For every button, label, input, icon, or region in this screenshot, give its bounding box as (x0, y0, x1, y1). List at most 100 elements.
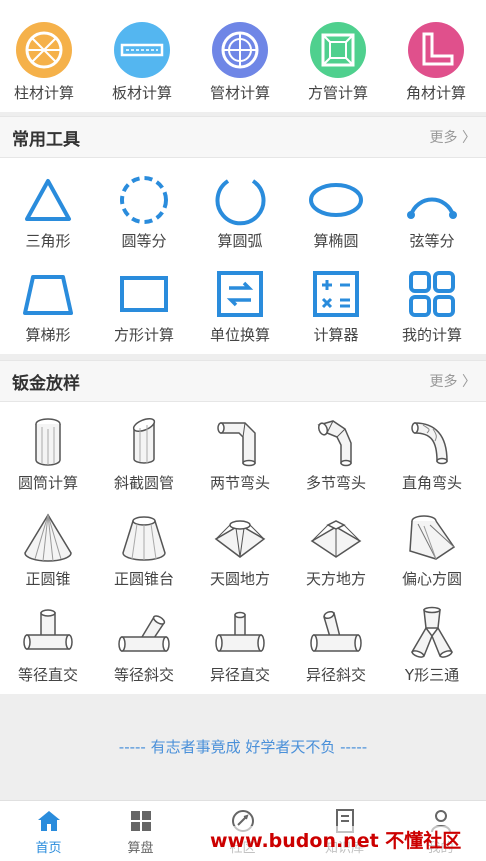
tool-label: 两节弯头 (209, 474, 270, 492)
tool-my-calc[interactable]: 我的计算 (384, 266, 480, 345)
tool-label: 计算器 (313, 326, 359, 344)
square-tube-calc-button[interactable]: 方管计算 (298, 22, 378, 103)
tab-home[interactable]: 首页 (0, 807, 97, 856)
material-tools-row: 柱材计算 板材计算 管材计算 方管计算 角材计算 (0, 0, 486, 112)
motto-area: ----- 有志者事竟成 好学者天不负 ----- (0, 696, 486, 800)
triangle-icon (18, 172, 78, 228)
tool-label: 正圆锥 (25, 570, 71, 588)
sm-cone[interactable]: 正圆锥 (0, 510, 96, 589)
calculator-icon (306, 266, 366, 322)
common-tools-grid: 三角形 圆等分 算圆弧 算椭圆 弦等分 算梯形 方形计算 单位换算 计算器 我的… (0, 158, 486, 354)
tool-label: 算椭圆 (313, 232, 359, 250)
column-calc-button[interactable]: 柱材计算 (4, 22, 84, 103)
chevron-right-icon: 〉 (462, 374, 476, 390)
tool-label: 天圆地方 (209, 570, 270, 588)
tool-label: 偏心方圆 (401, 570, 462, 588)
pipe-calc-button[interactable]: 管材计算 (200, 22, 280, 103)
tool-arc[interactable]: 算圆弧 (192, 172, 288, 251)
plate-icon (114, 22, 170, 78)
reducing-oblique-tee-icon (306, 606, 366, 662)
sm-cylinder[interactable]: 圆筒计算 (0, 414, 96, 493)
tab-label: 首页 (35, 841, 62, 856)
oblique-pipe-icon (114, 414, 174, 470)
sm-right-elbow[interactable]: 直角弯头 (384, 414, 480, 493)
tool-label: 三角形 (25, 232, 71, 250)
tool-triangle[interactable]: 三角形 (0, 172, 96, 251)
tool-label: 单位换算 (209, 326, 270, 344)
tool-label: 斜截圆管 (113, 474, 174, 492)
chevron-right-icon: 〉 (462, 130, 476, 146)
sm-frustum[interactable]: 正圆锥台 (96, 510, 192, 589)
sm-equal-oblique-tee[interactable]: 等径斜交 (96, 606, 192, 685)
tool-ellipse[interactable]: 算椭圆 (288, 172, 384, 251)
tool-rectangle[interactable]: 方形计算 (96, 266, 192, 345)
cylinder-icon (18, 414, 78, 470)
column-calc-label: 柱材计算 (13, 84, 74, 102)
sm-reducing-oblique-tee[interactable]: 异径斜交 (288, 606, 384, 685)
home-icon (35, 807, 63, 835)
dashed-circle-icon (114, 172, 174, 228)
trapezoid-icon (18, 266, 78, 322)
sheet-metal-grid: 圆筒计算 斜截圆管 两节弯头 多节弯头 直角弯头 正圆锥 正圆锥台 天圆地方 天… (0, 402, 486, 694)
sm-oblique-pipe[interactable]: 斜截圆管 (96, 414, 192, 493)
sm-round-square[interactable]: 天圆地方 (192, 510, 288, 589)
motto-text: ----- 有志者事竟成 好学者天不负 ----- (118, 738, 368, 756)
tool-calculator[interactable]: 计算器 (288, 266, 384, 345)
tool-label: 直角弯头 (401, 474, 462, 492)
tool-label: 等径直交 (17, 666, 78, 684)
sm-two-elbow[interactable]: 两节弯头 (192, 414, 288, 493)
sm-eccentric[interactable]: 偏心方圆 (384, 510, 480, 589)
tool-label: 异径直交 (209, 666, 270, 684)
tab-label: 算盘 (127, 841, 154, 856)
angle-calc-button[interactable]: 角材计算 (396, 22, 476, 103)
tool-label: 多节弯头 (305, 474, 366, 492)
sm-equal-tee[interactable]: 等径直交 (0, 606, 96, 685)
sm-square-square[interactable]: 天方地方 (288, 510, 384, 589)
tool-label: Y形三通 (404, 666, 460, 684)
sheet-metal-more-link[interactable]: 更多 〉 (430, 371, 476, 391)
plate-calc-button[interactable]: 板材计算 (102, 22, 182, 103)
equal-oblique-tee-icon (114, 606, 174, 662)
tool-label: 算圆弧 (217, 232, 263, 250)
grid-icon (402, 266, 462, 322)
pipe-icon (212, 22, 268, 78)
sheet-metal-header: 钣金放样 更多 〉 (0, 360, 486, 402)
watermark-text: www.budon.net 不懂社区 (206, 826, 466, 853)
round-square-icon (210, 510, 270, 566)
tool-label: 我的计算 (401, 326, 462, 344)
eccentric-icon (402, 510, 462, 566)
tool-label: 算梯形 (25, 326, 71, 344)
square-tube-icon (310, 22, 366, 78)
sm-multi-elbow[interactable]: 多节弯头 (288, 414, 384, 493)
rectangle-icon (114, 266, 174, 322)
tool-trapezoid[interactable]: 算梯形 (0, 266, 96, 345)
unit-convert-icon (210, 266, 270, 322)
tab-abacus[interactable]: 算盘 (92, 807, 189, 856)
angle-calc-label: 角材计算 (405, 84, 466, 102)
tool-label: 圆筒计算 (17, 474, 78, 492)
sm-reducing-tee[interactable]: 异径直交 (192, 606, 288, 685)
equal-tee-icon (18, 606, 78, 662)
cone-icon (18, 510, 78, 566)
tool-circle-divide[interactable]: 圆等分 (96, 172, 192, 251)
arc-icon (210, 172, 270, 228)
tool-chord[interactable]: 弦等分 (384, 172, 480, 251)
pipe-calc-label: 管材计算 (209, 84, 270, 102)
multi-elbow-icon (306, 414, 366, 470)
y-tee-icon (402, 606, 462, 662)
tool-label: 方形计算 (113, 326, 174, 344)
tool-unit-convert[interactable]: 单位换算 (192, 266, 288, 345)
apps-icon (127, 807, 155, 835)
common-tools-more-link[interactable]: 更多 〉 (430, 127, 476, 147)
tool-label: 正圆锥台 (113, 570, 174, 588)
tool-label: 异径斜交 (305, 666, 366, 684)
common-tools-title: 常用工具 (12, 130, 80, 150)
column-icon (16, 22, 72, 78)
ellipse-icon (306, 172, 366, 228)
tool-label: 圆等分 (121, 232, 167, 250)
plate-calc-label: 板材计算 (111, 84, 172, 102)
reducing-tee-icon (210, 606, 270, 662)
sheet-metal-title: 钣金放样 (12, 374, 80, 394)
sm-y-tee[interactable]: Y形三通 (384, 606, 480, 685)
two-elbow-icon (210, 414, 270, 470)
